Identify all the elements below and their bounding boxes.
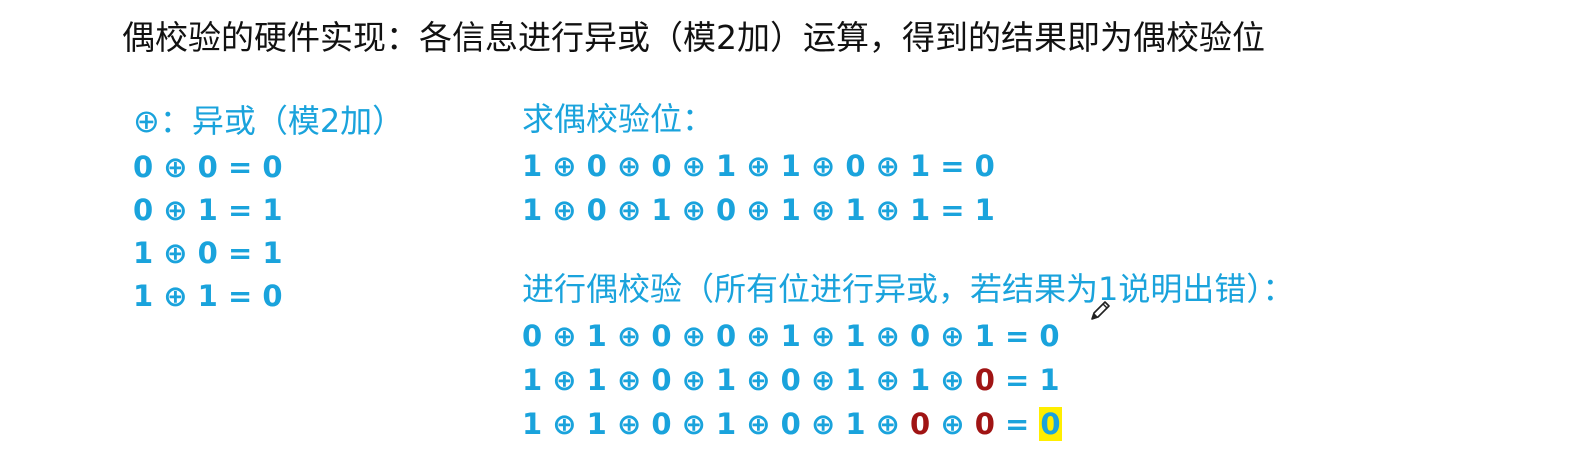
parity-panel: 求偶校验位： 1 ⊕ 0 ⊕ 0 ⊕ 1 ⊕ 1 ⊕ 0 ⊕ 1 = 0 1 ⊕… [522, 94, 1294, 446]
parity-check-row-error: 1 ⊕ 1 ⊕ 0 ⊕ 1 ⊕ 0 ⊕ 1 ⊕ 1 ⊕ 0 = 1 [522, 358, 1294, 402]
xor-rule-row: 1 ⊕ 0 = 1 [133, 236, 283, 270]
xor-rule-row: 0 ⊕ 0 = 0 [133, 150, 283, 184]
parity-check-row-double-error: 1 ⊕ 1 ⊕ 0 ⊕ 1 ⊕ 0 ⊕ 1 ⊕ 0 ⊕ 0 = 0 [522, 402, 1294, 446]
check-row-suffix: = 1 [994, 363, 1060, 397]
check-row-prefix: 1 ⊕ 1 ⊕ 0 ⊕ 1 ⊕ 0 ⊕ 1 ⊕ [522, 407, 911, 441]
error-bit: 0 [974, 363, 995, 397]
xor-rule-row: 0 ⊕ 1 = 1 [133, 193, 283, 227]
parity-calc-row: 1 ⊕ 0 ⊕ 0 ⊕ 1 ⊕ 1 ⊕ 0 ⊕ 1 = 0 [522, 149, 995, 183]
error-bit: 0 [974, 407, 995, 441]
check-row-suffix: = [994, 407, 1040, 441]
page-title: 偶校验的硬件实现：各信息进行异或（模2加）运算，得到的结果即为偶校验位 [122, 18, 1265, 57]
parity-check-heading: 进行偶校验（所有位进行异或，若结果为1说明出错）： [522, 270, 1295, 308]
highlighted-result: 0 [1039, 407, 1062, 441]
xor-definition-panel: ⊕：异或（模2加） 0 ⊕ 0 = 0 0 ⊕ 1 = 1 1 ⊕ 0 = 1 … [133, 96, 404, 318]
parity-calc-row: 1 ⊕ 0 ⊕ 1 ⊕ 0 ⊕ 1 ⊕ 1 ⊕ 1 = 1 [522, 193, 995, 227]
xor-rule-row: 1 ⊕ 1 = 0 [133, 279, 283, 313]
parity-bit-heading: 求偶校验位： [522, 100, 715, 138]
check-row-middle: ⊕ [930, 407, 975, 441]
check-row-prefix: 1 ⊕ 1 ⊕ 0 ⊕ 1 ⊕ 0 ⊕ 1 ⊕ 1 ⊕ [522, 363, 975, 397]
parity-check-row: 0 ⊕ 1 ⊕ 0 ⊕ 0 ⊕ 1 ⊕ 1 ⊕ 0 ⊕ 1 = 0 [522, 319, 1060, 353]
pencil-icon [1091, 301, 1110, 320]
xor-heading: ⊕：异或（模2加） [133, 102, 405, 140]
error-bit: 0 [910, 407, 931, 441]
